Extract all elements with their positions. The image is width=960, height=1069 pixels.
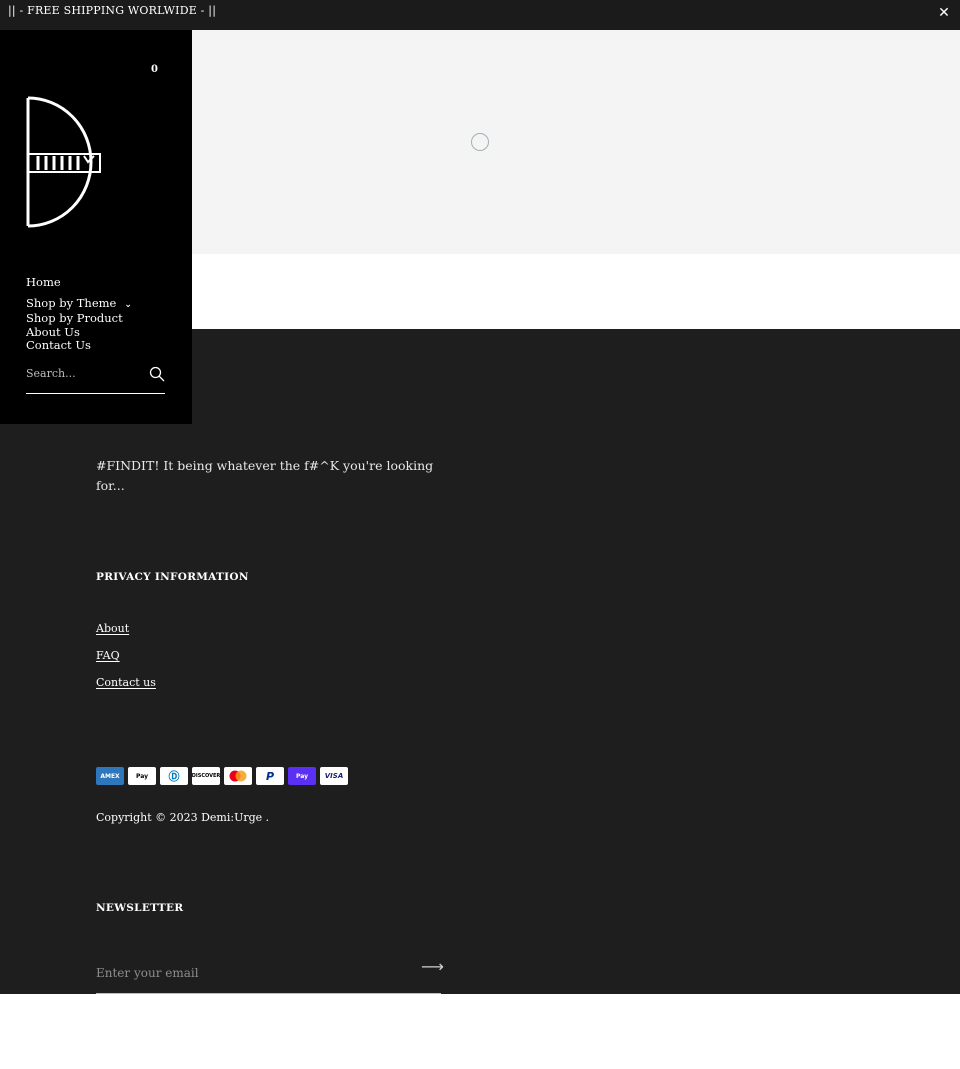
announcement-bar: || - FREE SHIPPING WORLWIDE - || ✕ xyxy=(0,0,960,30)
mastercard-icon xyxy=(224,767,252,785)
search-icon[interactable] xyxy=(149,366,165,382)
shop-pay-icon: Pay xyxy=(288,767,316,785)
nav-item-label: Shop by Product xyxy=(26,311,123,325)
cart-count-badge[interactable]: 0 xyxy=(151,64,158,75)
privacy-heading: PRIVACY INFORMATION xyxy=(96,571,249,583)
nav-item-label: Contact Us xyxy=(26,338,91,352)
footer-link-contact-us[interactable]: Contact us xyxy=(96,676,156,703)
diners-club-icon: Ⓓ xyxy=(160,767,188,785)
footer-links: About FAQ Contact us xyxy=(96,622,156,703)
newsletter-heading: NEWSLETTER xyxy=(96,902,184,914)
footer-link-about[interactable]: About xyxy=(96,622,156,649)
nav-item-about-us[interactable]: About Us xyxy=(26,324,132,340)
nav-item-label: Shop by Theme xyxy=(26,295,117,310)
nav-item-contact-us[interactable]: Contact Us xyxy=(26,338,132,353)
footer-tagline: #FINDIT! It being whatever the f#^K you'… xyxy=(96,458,434,493)
payment-methods: AMEX Pay Ⓓ DISCOVER P Pay VISA xyxy=(96,767,348,785)
nav-item-shop-by-theme[interactable]: Shop by Theme ⌄ xyxy=(26,295,132,313)
apple-pay-icon: Pay xyxy=(128,767,156,785)
paypal-icon: P xyxy=(256,767,284,785)
main-nav: Home Shop by Theme ⌄ Shop by Product Abou… xyxy=(26,275,132,353)
demiurge-logo[interactable] xyxy=(24,96,104,228)
nav-item-home[interactable]: Home xyxy=(26,275,132,290)
arrow-right-icon[interactable]: ⟶ xyxy=(421,957,444,977)
search-box xyxy=(26,360,165,394)
amex-icon: AMEX xyxy=(96,767,124,785)
nav-item-label: Home xyxy=(26,275,61,289)
newsletter-email-input[interactable] xyxy=(96,963,396,983)
footer: #FINDIT! It being whatever the f#^K you'… xyxy=(0,329,960,994)
footer-link-faq[interactable]: FAQ xyxy=(96,649,156,676)
hero-section xyxy=(192,30,960,254)
close-icon[interactable]: ✕ xyxy=(938,5,950,21)
loading-spinner-icon xyxy=(471,133,489,151)
newsletter-form: ⟶ xyxy=(96,951,444,994)
nav-item-shop-by-product[interactable]: Shop by Product xyxy=(26,311,132,326)
visa-icon: VISA xyxy=(320,767,348,785)
sidebar: 0 Home Shop by Theme ⌄ Shop by Product Ab… xyxy=(0,30,192,424)
nav-item-label: About Us xyxy=(26,324,80,339)
search-input[interactable] xyxy=(26,364,136,382)
announcement-text: || - FREE SHIPPING WORLWIDE - || xyxy=(8,4,217,17)
chevron-down-icon[interactable]: ⌄ xyxy=(124,299,132,313)
discover-icon: DISCOVER xyxy=(192,767,220,785)
copyright-text: Copyright © 2023 Demi:Urge . xyxy=(96,811,270,824)
